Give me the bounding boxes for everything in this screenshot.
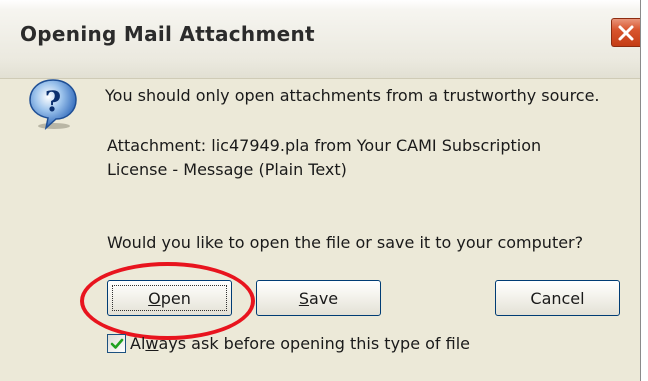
highlight-circle bbox=[80, 262, 255, 340]
window-title: Opening Mail Attachment bbox=[20, 22, 315, 46]
always-ask-label-mnemonic: w bbox=[145, 334, 159, 353]
attachment-line-1: Attachment: lic47949.pla from Your CAMI … bbox=[107, 136, 542, 155]
open-or-save-question: Would you like to open the file or save … bbox=[107, 233, 584, 252]
always-ask-checkbox[interactable] bbox=[107, 334, 126, 353]
close-button[interactable] bbox=[611, 18, 640, 47]
warning-message: You should only open attachments from a … bbox=[105, 86, 600, 105]
checkmark-icon bbox=[110, 338, 124, 349]
svg-text:?: ? bbox=[45, 85, 61, 118]
always-ask-label-suffix: ays ask before opening this type of file bbox=[158, 334, 470, 353]
save-button[interactable]: Save bbox=[256, 280, 381, 316]
question-icon: ? bbox=[28, 78, 78, 134]
save-label-mnemonic: S bbox=[298, 288, 310, 308]
always-ask-label-prefix: Al bbox=[130, 334, 146, 353]
dialog-window: Opening Mail Attachment ? You should onl… bbox=[0, 0, 641, 381]
save-button-label: Save bbox=[299, 289, 338, 308]
cancel-button[interactable]: Cancel bbox=[495, 280, 620, 316]
save-label-suffix: ave bbox=[309, 288, 339, 308]
title-bar[interactable]: Opening Mail Attachment bbox=[0, 0, 640, 79]
attachment-info: Attachment: lic47949.pla from Your CAMI … bbox=[107, 134, 607, 182]
close-icon bbox=[618, 25, 634, 41]
always-ask-label[interactable]: Always ask before opening this type of f… bbox=[130, 334, 470, 353]
cancel-button-label: Cancel bbox=[530, 288, 585, 308]
attachment-line-2: License - Message (Plain Text) bbox=[107, 160, 347, 179]
